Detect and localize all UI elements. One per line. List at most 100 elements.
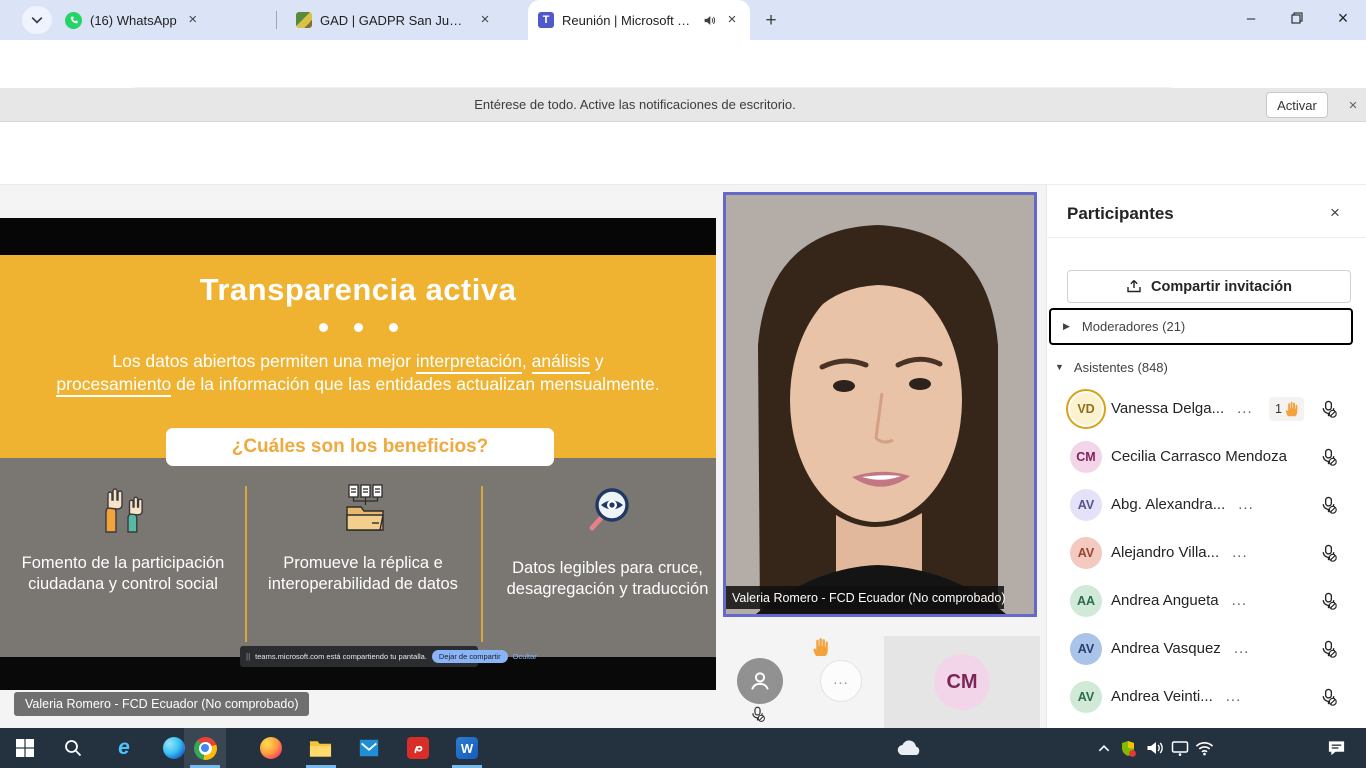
raised-hands-illustration bbox=[95, 486, 151, 534]
participant-mic-off-icon bbox=[1319, 400, 1338, 419]
tab-title: GAD | GADPR San Juan | bbox=[320, 13, 469, 28]
notification-infobar: Entérese de todo. Active las notificacio… bbox=[0, 88, 1366, 122]
speaker-video-tile[interactable]: Valeria Romero - FCD Ecuador (No comprob… bbox=[723, 192, 1037, 617]
tab-teams-active[interactable]: T Reunión | Microsoft Teams × bbox=[528, 0, 750, 40]
slide-title-dots bbox=[0, 323, 716, 332]
tab-title: Reunión | Microsoft Teams bbox=[562, 13, 695, 28]
window-minimize-button[interactable]: – bbox=[1228, 0, 1274, 36]
display-cast-icon[interactable] bbox=[1168, 736, 1192, 760]
whatsapp-icon bbox=[65, 12, 82, 29]
new-tab-button[interactable]: + bbox=[758, 8, 784, 34]
participant-name: Cecilia Carrasco Mendoza bbox=[1111, 448, 1287, 465]
browser-toolbar: ← → teams.microsoft.com/v2/?meetingjoin=… bbox=[0, 40, 1366, 88]
slide-divider bbox=[481, 486, 483, 642]
window-restore-button[interactable] bbox=[1274, 0, 1320, 36]
avatar: AV bbox=[1070, 681, 1102, 713]
tab-gad[interactable]: GAD | GADPR San Juan | × bbox=[285, 0, 503, 40]
volume-icon[interactable] bbox=[1143, 736, 1167, 760]
speaker-video-frame bbox=[726, 195, 1034, 614]
participant-row[interactable]: AV Andrea Vasquez... bbox=[1047, 625, 1366, 673]
panel-title: Participantes bbox=[1067, 204, 1174, 224]
share-invitation-button[interactable]: Compartir invitación bbox=[1067, 270, 1351, 303]
tab-close-icon[interactable]: × bbox=[185, 12, 201, 28]
tab-separator bbox=[276, 11, 277, 29]
browser-tab-strip: (16) WhatsApp × GAD | GADPR San Juan | ×… bbox=[0, 0, 1366, 40]
participant-mic-off-icon bbox=[1319, 496, 1338, 515]
sharing-message: teams.microsoft.com está compartiendo tu… bbox=[255, 652, 427, 661]
taskbar-search-icon[interactable] bbox=[61, 736, 85, 760]
participant-row[interactable]: AA Andrea Angueta... bbox=[1047, 577, 1366, 625]
hidden-participant-thumbnail[interactable]: ... bbox=[820, 660, 862, 702]
more-options-dots: ... bbox=[1226, 688, 1242, 705]
benefit-text-2: Promueve la réplica e interoperabilidad … bbox=[262, 553, 464, 594]
tab-audio-icon[interactable] bbox=[703, 14, 716, 27]
participant-row[interactable]: AV Abg. Alexandra...... bbox=[1047, 481, 1366, 529]
tab-search-button[interactable] bbox=[22, 6, 52, 34]
slide-question-banner: ¿Cuáles son los beneficios? bbox=[166, 428, 554, 466]
action-center-icon[interactable] bbox=[1324, 736, 1348, 760]
infobar-message: Entérese de todo. Active las notificacio… bbox=[0, 88, 1270, 122]
benefit-text-3: Datos legibles para cruce, desagregación… bbox=[505, 558, 710, 599]
participant-name: Alejandro Villa... bbox=[1111, 544, 1219, 561]
internet-explorer-icon[interactable]: e bbox=[112, 736, 136, 760]
moderators-section-header[interactable]: ▶ Moderadores (21) bbox=[1049, 308, 1353, 345]
hide-sharing-button[interactable]: Ocultar bbox=[513, 652, 537, 661]
participant-row[interactable]: AV Andrea Veinti...... bbox=[1047, 673, 1366, 721]
muted-mic-icon bbox=[749, 706, 766, 723]
windows-taskbar: e W 1 27°C Mayorm. nubla... bbox=[0, 728, 1366, 768]
avatar: CM bbox=[1070, 441, 1102, 473]
edge-icon[interactable] bbox=[162, 736, 186, 760]
attendees-section-header[interactable]: ▼ Asistentes (848) bbox=[1055, 353, 1355, 381]
weather-cloud-icon[interactable] bbox=[895, 736, 925, 760]
benefit-text-1: Fomento de la participación ciudadana y … bbox=[17, 553, 229, 594]
sharing-pause-icon: || bbox=[246, 652, 250, 661]
start-button[interactable] bbox=[13, 736, 37, 760]
participant-video-tile-cm[interactable]: CM bbox=[884, 636, 1040, 728]
presenter-tooltip: Valeria Romero - FCD Ecuador (No comprob… bbox=[14, 692, 309, 716]
participant-row[interactable]: VD Vanessa Delga...... 1 bbox=[1047, 385, 1366, 433]
raised-hand-emoji bbox=[812, 637, 829, 657]
tray-expand-chevron[interactable] bbox=[1092, 736, 1116, 760]
security-shield-icon[interactable] bbox=[1116, 736, 1140, 760]
mail-icon[interactable] bbox=[357, 736, 381, 760]
more-options-dots: ... bbox=[1232, 592, 1248, 609]
panel-close-icon[interactable]: × bbox=[1325, 203, 1345, 223]
avatar: VD bbox=[1070, 393, 1102, 425]
acrobat-icon[interactable] bbox=[406, 736, 430, 760]
wifi-icon[interactable] bbox=[1192, 736, 1216, 760]
participant-mic-off-icon bbox=[1319, 640, 1338, 659]
participant-mic-off-icon bbox=[1319, 688, 1338, 707]
panel-divider bbox=[1047, 237, 1366, 238]
tab-close-icon[interactable]: × bbox=[477, 12, 493, 28]
participant-name: Andrea Vasquez bbox=[1111, 640, 1221, 657]
firefox-icon[interactable] bbox=[259, 736, 283, 760]
participants-panel: Participantes × Compartir invitación ▶ M… bbox=[1046, 185, 1366, 728]
tab-whatsapp[interactable]: (16) WhatsApp × bbox=[55, 0, 269, 40]
participant-row[interactable]: AV Alejandro Villa...... bbox=[1047, 529, 1366, 577]
infobar-close-icon[interactable]: × bbox=[1344, 97, 1362, 115]
participant-mic-off-icon bbox=[1319, 544, 1338, 563]
avatar: CM bbox=[934, 654, 990, 710]
more-options-dots: ... bbox=[1232, 544, 1248, 561]
magnifier-eye-illustration bbox=[580, 484, 636, 536]
meeting-toolbar: 36:50 Chat Gente 869 Participar bbox=[0, 122, 1366, 185]
share-invitation-icon bbox=[1126, 279, 1142, 294]
slide-top-bar bbox=[0, 218, 716, 255]
more-options-dots: ... bbox=[1238, 496, 1254, 513]
participant-name: Andrea Veinti... bbox=[1111, 688, 1213, 705]
chrome-icon-active[interactable] bbox=[193, 736, 217, 760]
participant-row[interactable]: CM Cecilia Carrasco Mendoza bbox=[1047, 433, 1366, 481]
participant-mic-off-icon bbox=[1319, 592, 1338, 611]
file-explorer-icon[interactable] bbox=[308, 736, 332, 760]
raised-hand-icon bbox=[1285, 401, 1298, 417]
window-close-button[interactable]: × bbox=[1320, 0, 1366, 36]
audio-participant-avatar[interactable] bbox=[737, 658, 783, 704]
activate-notifications-button[interactable]: Activar bbox=[1266, 92, 1328, 118]
avatar: AV bbox=[1070, 489, 1102, 521]
stop-sharing-button[interactable]: Dejar de compartir bbox=[432, 650, 508, 663]
slide-divider bbox=[245, 486, 247, 642]
expand-caret-icon: ▼ bbox=[1055, 362, 1064, 372]
word-icon[interactable]: W bbox=[455, 736, 479, 760]
gad-site-icon bbox=[295, 12, 312, 29]
tab-close-icon[interactable]: × bbox=[724, 12, 740, 28]
